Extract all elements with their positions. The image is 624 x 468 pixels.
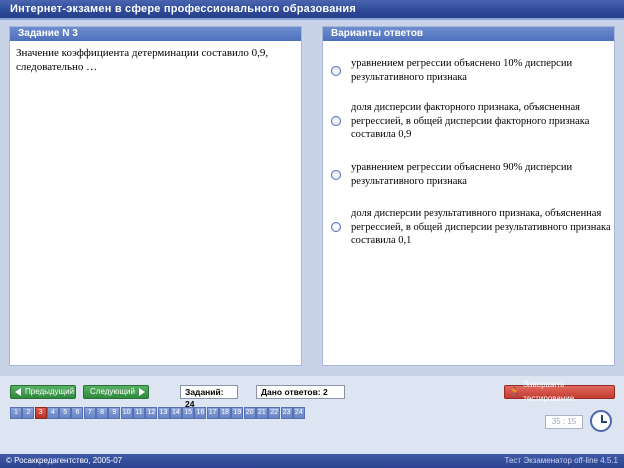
question-text: Значение коэффициента детерминации соста…	[16, 47, 269, 73]
answer-option-1[interactable]: уравнением регрессии объяснено 10% диспе…	[331, 57, 611, 84]
radio-button[interactable]	[331, 65, 341, 76]
question-nav-item[interactable]: 20	[243, 407, 256, 419]
question-nav-item[interactable]: 5	[59, 407, 72, 419]
question-nav-item[interactable]: 24	[292, 407, 305, 419]
question-nav-item[interactable]: 22	[268, 407, 281, 419]
question-nav-item[interactable]: 14	[169, 407, 182, 419]
question-nav-item[interactable]: 16	[194, 407, 207, 419]
question-nav-item[interactable]: 23	[280, 407, 293, 419]
runner-icon: 🏃	[509, 387, 521, 397]
question-nav-item[interactable]: 6	[71, 407, 84, 419]
finish-label: Завершить тестирование	[523, 380, 575, 403]
question-header: Задание N 3	[10, 27, 301, 41]
answers-header: Варианты ответов	[323, 27, 614, 41]
clock-icon	[590, 410, 612, 432]
prev-button[interactable]: Предыдущий	[10, 385, 76, 399]
answer-text: доля дисперсии факторного признака, объя…	[351, 102, 590, 140]
answer-text: уравнением регрессии объяснено 90% диспе…	[351, 162, 573, 187]
radio-button[interactable]	[331, 116, 341, 127]
answer-option-2[interactable]: доля дисперсии факторного признака, объя…	[331, 101, 611, 142]
next-label: Следующий	[90, 387, 135, 396]
question-nav-item[interactable]: 8	[96, 407, 109, 419]
question-nav-item[interactable]: 9	[108, 407, 121, 419]
finish-test-button[interactable]: 🏃 Завершить тестирование	[504, 380, 615, 403]
prev-label: Предыдущий	[25, 387, 75, 396]
answer-option-3[interactable]: уравнением регрессии объяснено 90% диспе…	[331, 161, 611, 188]
question-navigation: 1 2 3 4 5 6 7 8 9 10 11 12 13 14 15 16 17 18 19 20 21 22 23 24	[10, 407, 305, 419]
timer-display: 35 : 15	[545, 415, 583, 429]
title-divider	[0, 18, 624, 20]
question-nav-item[interactable]: 21	[255, 407, 268, 419]
answer-option-4[interactable]: доля дисперсии результативного признака,…	[331, 207, 611, 248]
arrow-left-icon	[15, 388, 21, 396]
question-nav-item[interactable]: 4	[46, 407, 59, 419]
radio-button[interactable]	[331, 169, 341, 180]
radio-button[interactable]	[331, 222, 341, 233]
question-nav-item[interactable]: 7	[83, 407, 96, 419]
answers-panel: Варианты ответов уравнением регрессии об…	[322, 26, 615, 366]
question-nav-item[interactable]: 13	[157, 407, 170, 419]
question-nav-item[interactable]: 17	[206, 407, 219, 419]
question-panel: Задание N 3 Значение коэффициента детерм…	[9, 26, 302, 366]
copyright-text: © Росаккредагентство, 2005-07	[6, 456, 123, 465]
answer-text: уравнением регрессии объяснено 10% диспе…	[351, 58, 573, 83]
question-nav-item[interactable]: 18	[219, 407, 232, 419]
question-nav-item[interactable]: 1	[10, 407, 22, 419]
tasks-counter: Заданий: 24	[180, 385, 238, 409]
question-nav-item[interactable]: 12	[145, 407, 158, 419]
next-button[interactable]: Следующий	[83, 385, 149, 399]
question-nav-item[interactable]: 19	[231, 407, 244, 419]
question-nav-item[interactable]: 10	[120, 407, 133, 419]
question-nav-item[interactable]: 3	[34, 407, 47, 419]
arrow-right-icon	[138, 388, 145, 396]
question-nav-item[interactable]: 15	[182, 407, 195, 419]
answer-text: доля дисперсии результативного признака,…	[351, 208, 611, 246]
window-title: Интернет-экзамен в сфере профессионально…	[0, 0, 624, 18]
version-text: Тест Экзаменатор off-line 4.5.1	[504, 456, 618, 465]
question-nav-item[interactable]: 11	[132, 407, 145, 419]
question-nav-item[interactable]: 2	[22, 407, 35, 419]
answered-counter: Дано ответов: 2	[256, 385, 345, 399]
status-bar: © Росаккредагентство, 2005-07 Тест Экзам…	[0, 454, 624, 468]
